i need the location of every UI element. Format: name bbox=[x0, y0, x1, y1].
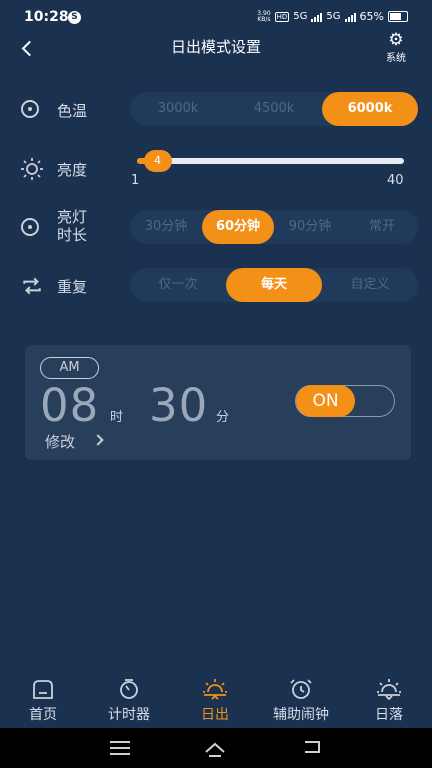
duration-option-90[interactable]: 90分钟 bbox=[274, 210, 346, 244]
bottom-tab-bar: 首页 计时器 日出 辅助闹钟 日落 bbox=[0, 668, 432, 728]
duration-option-30[interactable]: 30分钟 bbox=[130, 210, 202, 244]
repeat-label: 重复 bbox=[57, 278, 88, 296]
alarm-clock-icon bbox=[290, 679, 312, 699]
signal-icon bbox=[311, 12, 323, 22]
color-temp-option-3000k[interactable]: 3000k bbox=[130, 92, 226, 126]
color-temp-icon bbox=[21, 100, 39, 118]
repeat-row: 重复 仅一次 每天 自定义 bbox=[0, 268, 432, 302]
sun-icon bbox=[21, 158, 43, 180]
alarm-card: AM 08 时 30 分 修改 ON bbox=[25, 345, 411, 460]
system-settings-button[interactable]: ⚙ 系统 bbox=[380, 30, 412, 65]
system-nav-bar bbox=[0, 728, 432, 768]
repeat-option-once[interactable]: 仅一次 bbox=[130, 268, 226, 302]
page-title: 日出模式设置 bbox=[170, 38, 261, 56]
light-duration-label: 亮灯 时长 bbox=[57, 208, 88, 244]
duration-option-always-on[interactable]: 常开 bbox=[346, 210, 418, 244]
ampm-badge: AM bbox=[40, 357, 99, 379]
battery-level: 65% bbox=[359, 10, 384, 23]
alarm-toggle[interactable]: ON bbox=[295, 385, 395, 417]
signal-5g-label-2: 5G bbox=[326, 11, 341, 22]
light-duration-icon bbox=[21, 218, 39, 236]
brightness-slider-thumb[interactable]: 4 bbox=[143, 150, 172, 172]
signal-5g-label: 5G bbox=[293, 11, 308, 22]
repeat-selector: 仅一次 每天 自定义 bbox=[130, 268, 418, 302]
brightness-slider-track[interactable] bbox=[137, 158, 404, 164]
back-nav-icon[interactable] bbox=[302, 740, 322, 754]
sunrise-icon bbox=[203, 679, 227, 700]
color-temp-selector: 3000k 4500k 6000k bbox=[130, 92, 418, 126]
system-label: 系统 bbox=[386, 53, 406, 64]
tab-home-label: 首页 bbox=[29, 707, 57, 723]
color-temp-label: 色温 bbox=[57, 102, 88, 120]
minute-unit: 分 bbox=[216, 410, 230, 425]
tab-alarm[interactable]: 辅助闹钟 bbox=[258, 668, 344, 724]
hd-icon: HD bbox=[274, 11, 290, 22]
color-temp-option-6000k[interactable]: 6000k bbox=[322, 92, 418, 126]
tab-home[interactable]: 首页 bbox=[0, 668, 86, 724]
gear-icon: ⚙ bbox=[388, 30, 404, 50]
tab-sunset[interactable]: 日落 bbox=[346, 668, 432, 724]
tab-alarm-label: 辅助闹钟 bbox=[273, 707, 329, 723]
toggle-on-label: ON bbox=[296, 385, 355, 417]
battery-icon bbox=[388, 11, 408, 22]
home-nav-icon[interactable] bbox=[204, 738, 226, 760]
status-time: 10:28 bbox=[24, 9, 69, 25]
tab-sunrise[interactable]: 日出 bbox=[172, 668, 258, 724]
hour-unit: 时 bbox=[110, 410, 124, 425]
alarm-minute: 30 bbox=[149, 379, 209, 432]
recent-apps-icon[interactable] bbox=[110, 741, 130, 755]
light-duration-selector: 30分钟 60分钟 90分钟 常开 bbox=[130, 210, 418, 244]
status-bar: 10:28 S 3.90 KB/s HD 5G 5G 65% bbox=[0, 0, 432, 34]
home-icon bbox=[33, 680, 53, 699]
signal-icon-2 bbox=[344, 12, 356, 22]
brightness-row: 亮度 bbox=[0, 150, 432, 190]
repeat-icon bbox=[23, 277, 41, 295]
modify-button[interactable]: 修改 bbox=[45, 431, 75, 452]
sunset-icon bbox=[377, 679, 401, 700]
brightness-label: 亮度 bbox=[57, 161, 88, 179]
alarm-hour: 08 bbox=[40, 379, 100, 432]
color-temp-option-4500k[interactable]: 4500k bbox=[226, 92, 322, 126]
repeat-option-daily[interactable]: 每天 bbox=[226, 268, 322, 302]
chevron-right-icon bbox=[92, 434, 104, 446]
brightness-max: 40 bbox=[387, 173, 404, 188]
tab-sunset-label: 日落 bbox=[375, 707, 403, 723]
status-indicators: 3.90 KB/s HD 5G 5G 65% bbox=[257, 10, 408, 23]
light-duration-row: 亮灯 时长 30分钟 60分钟 90分钟 常开 bbox=[0, 208, 432, 244]
brightness-min: 1 bbox=[131, 173, 140, 188]
tab-sunrise-label: 日出 bbox=[201, 707, 229, 723]
app-notification-icon: S bbox=[68, 11, 81, 24]
tab-timer[interactable]: 计时器 bbox=[86, 668, 172, 724]
timer-icon bbox=[120, 679, 138, 699]
repeat-option-custom[interactable]: 自定义 bbox=[322, 268, 418, 302]
tab-timer-label: 计时器 bbox=[108, 707, 150, 723]
duration-option-60[interactable]: 60分钟 bbox=[202, 210, 274, 244]
net-speed: 3.90 KB/s bbox=[257, 9, 271, 23]
header: 日出模式设置 ⚙ 系统 bbox=[0, 30, 432, 78]
color-temp-row: 色温 3000k 4500k 6000k bbox=[0, 92, 432, 126]
